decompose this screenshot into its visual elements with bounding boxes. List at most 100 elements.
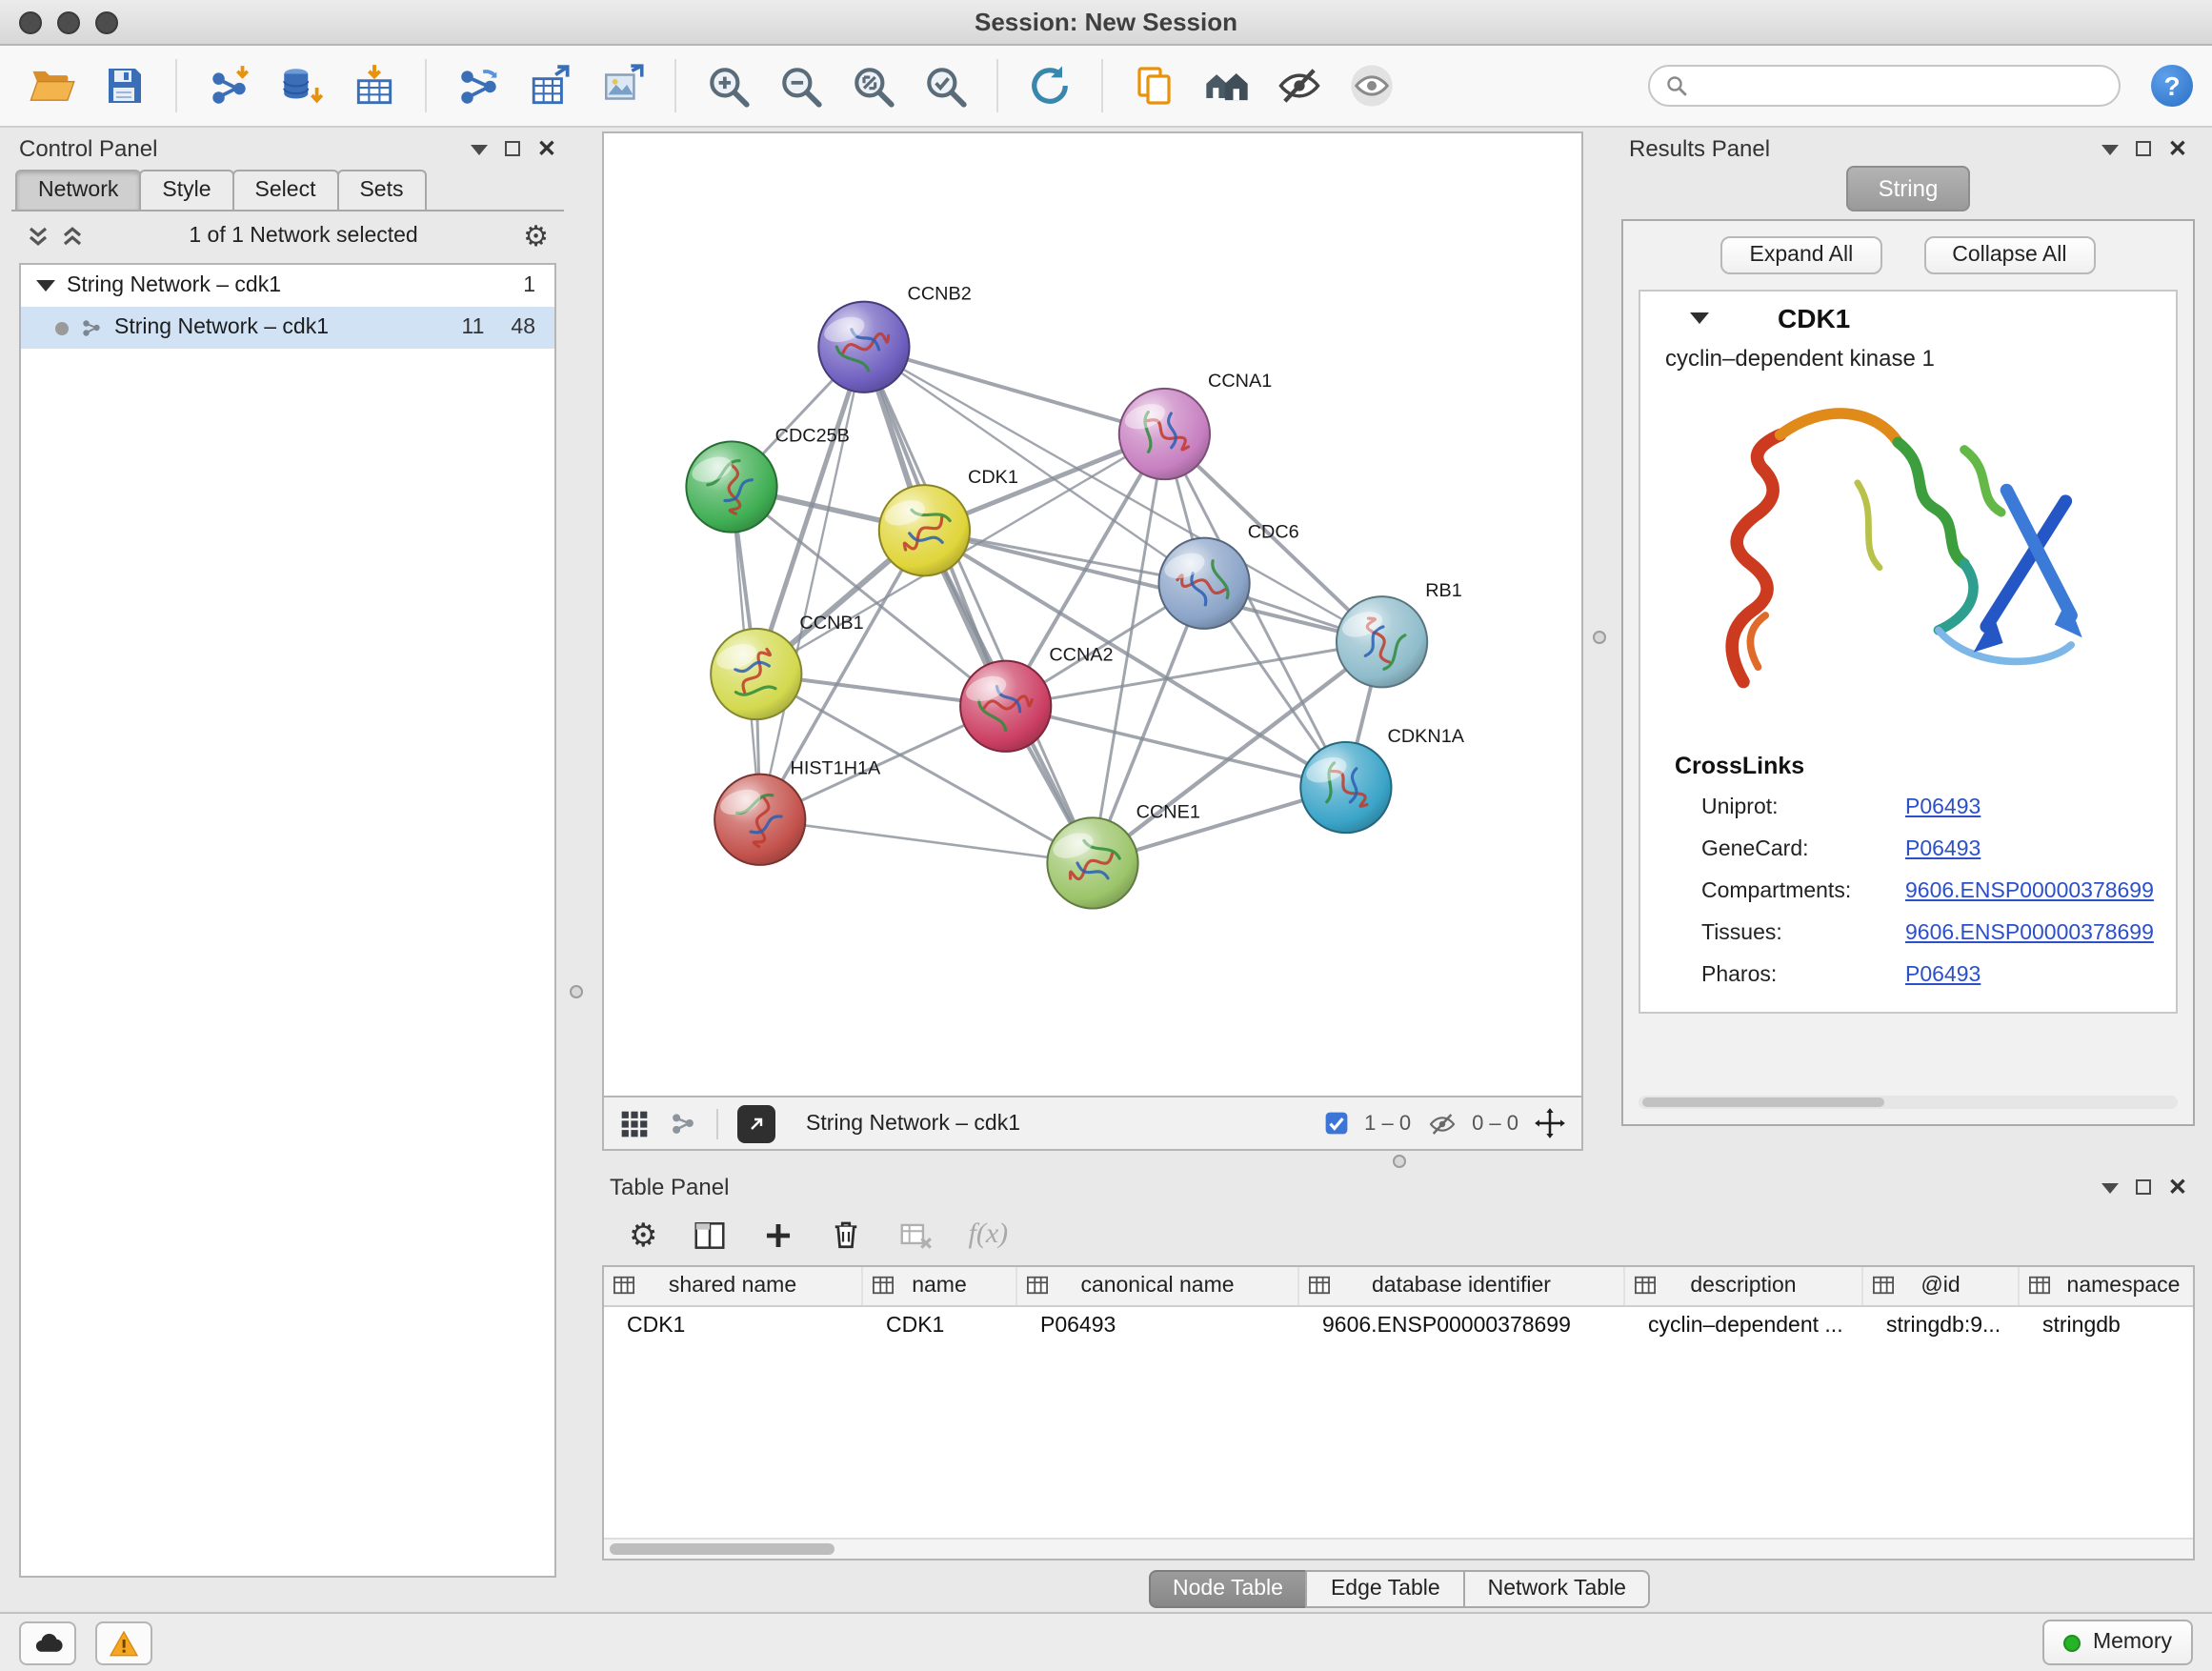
network-edge-CCNB2-CCNE1[interactable] — [864, 347, 1093, 863]
network-node-HIST1H1A[interactable] — [714, 775, 805, 865]
grid-view-icon[interactable] — [619, 1108, 650, 1138]
annotation-mode-button[interactable] — [737, 1104, 775, 1142]
network-edge-HIST1H1A-CCNE1[interactable] — [760, 819, 1093, 863]
collapse-all-button[interactable]: Collapse All — [1923, 236, 2095, 274]
show-all-button[interactable] — [1339, 55, 1404, 116]
tab-string[interactable]: String — [1846, 166, 1971, 211]
float-panel-icon[interactable] — [505, 141, 520, 156]
network-collection-row[interactable]: String Network – cdk1 1 — [21, 265, 554, 307]
expand-all-button[interactable]: Expand All — [1721, 236, 1882, 274]
network-edge-CCNA2-CDKN1A[interactable] — [1006, 706, 1346, 787]
collapse-all-icon[interactable] — [27, 225, 50, 248]
zoom-fit-button[interactable] — [840, 55, 905, 116]
network-node-CCNB1[interactable] — [711, 629, 801, 719]
network-node-CCNE1[interactable] — [1047, 817, 1137, 908]
network-node-CDK1[interactable] — [879, 485, 970, 575]
disclosure-triangle-icon[interactable] — [36, 280, 55, 292]
cloud-status-button[interactable] — [19, 1621, 76, 1664]
search-field[interactable] — [1648, 65, 2121, 107]
float-panel-icon[interactable] — [2136, 141, 2151, 156]
panel-menu-icon[interactable] — [471, 142, 488, 155]
network-node-CDC6[interactable] — [1158, 538, 1249, 629]
tab-network[interactable]: Network — [15, 170, 141, 210]
crosslink-link-uniprot[interactable]: P06493 — [1905, 796, 1981, 819]
save-session-button[interactable] — [91, 55, 156, 116]
network-edge-CCNB2-CCNA1[interactable] — [864, 347, 1165, 433]
table-cell-canonical-name[interactable]: P06493 — [1017, 1307, 1299, 1345]
network-node-CDKN1A[interactable] — [1300, 742, 1391, 833]
panel-menu-icon[interactable] — [2101, 142, 2119, 155]
export-image-button[interactable] — [591, 55, 655, 116]
delete-trash-icon[interactable] — [830, 1218, 864, 1252]
right-splitter-handle[interactable] — [1593, 631, 1606, 644]
minimize-window-button[interactable] — [57, 10, 80, 33]
table-row[interactable]: CDK1CDK1P064939606.ENSP00000378699cyclin… — [604, 1307, 2193, 1345]
tab-edge-table[interactable]: Edge Table — [1306, 1570, 1465, 1608]
search-input[interactable] — [1698, 72, 2103, 99]
left-splitter-handle[interactable] — [570, 985, 583, 998]
column-header-namespace[interactable]: namespace — [2020, 1267, 2195, 1305]
add-column-plus-icon[interactable] — [763, 1218, 795, 1251]
disclosure-triangle-icon[interactable] — [1690, 312, 1709, 324]
network-share-icon[interactable] — [669, 1109, 697, 1137]
table-cell-name[interactable]: CDK1 — [863, 1307, 1017, 1345]
open-session-button[interactable] — [19, 55, 84, 116]
import-network-database-button[interactable] — [269, 55, 333, 116]
horizontal-splitter[interactable] — [602, 1151, 2195, 1170]
table-cell-shared-name[interactable]: CDK1 — [604, 1307, 863, 1345]
hidden-eye-slash-icon[interactable] — [1426, 1108, 1457, 1138]
protein-card-header[interactable]: CDK1 — [1640, 292, 2176, 345]
table-cell-database-identifier[interactable]: 9606.ENSP00000378699 — [1299, 1307, 1625, 1345]
hide-selected-button[interactable] — [1267, 55, 1332, 116]
birds-eye-move-icon[interactable] — [1534, 1107, 1566, 1139]
column-header-id[interactable]: @id — [1863, 1267, 2020, 1305]
network-node-CCNB2[interactable] — [818, 302, 909, 393]
table-horizontal-scrollbar[interactable] — [604, 1538, 2193, 1559]
tab-sets[interactable]: Sets — [336, 170, 426, 210]
network-node-CCNA1[interactable] — [1119, 389, 1210, 479]
close-panel-icon[interactable]: ✕ — [2168, 1176, 2187, 1198]
expand-all-icon[interactable] — [61, 225, 84, 248]
float-panel-icon[interactable] — [2136, 1179, 2151, 1195]
panel-menu-icon[interactable] — [2101, 1180, 2119, 1194]
table-cell-id[interactable]: stringdb:9... — [1863, 1307, 2020, 1345]
crosslink-link-tissues[interactable]: 9606.ENSP00000378699 — [1905, 922, 2154, 945]
tab-style[interactable]: Style — [139, 170, 233, 210]
close-panel-icon[interactable]: ✕ — [537, 137, 556, 160]
crosslink-link-pharos[interactable]: P06493 — [1905, 964, 1981, 987]
close-window-button[interactable] — [19, 10, 42, 33]
column-header-shared-name[interactable]: shared name — [604, 1267, 863, 1305]
network-node-CDC25B[interactable] — [686, 441, 776, 532]
close-panel-icon[interactable]: ✕ — [2168, 137, 2187, 160]
first-neighbors-button[interactable] — [1195, 55, 1259, 116]
crosslink-link-compartments[interactable]: 9606.ENSP00000378699 — [1905, 880, 2154, 903]
zoom-window-button[interactable] — [95, 10, 118, 33]
zoom-selected-button[interactable] — [913, 55, 977, 116]
help-button[interactable]: ? — [2151, 65, 2193, 107]
gear-icon[interactable]: ⚙ — [629, 1218, 658, 1251]
import-network-file-button[interactable] — [196, 55, 261, 116]
show-columns-icon[interactable] — [693, 1217, 729, 1253]
column-header-database-identifier[interactable]: database identifier — [1299, 1267, 1625, 1305]
column-header-canonical-name[interactable]: canonical name — [1017, 1267, 1299, 1305]
new-table-button[interactable] — [518, 55, 583, 116]
column-header-name[interactable]: name — [863, 1267, 1017, 1305]
tab-node-table[interactable]: Node Table — [1148, 1570, 1308, 1608]
gear-icon[interactable]: ⚙ — [523, 222, 549, 251]
warnings-button[interactable] — [95, 1621, 152, 1664]
zoom-in-button[interactable] — [695, 55, 760, 116]
zoom-out-button[interactable] — [768, 55, 833, 116]
selected-checkbox-icon[interactable] — [1324, 1111, 1349, 1136]
crosslink-link-genecard[interactable]: P06493 — [1905, 838, 1981, 861]
table-cell-description[interactable]: cyclin–dependent ... — [1625, 1307, 1863, 1345]
network-edge-CCNB2-HIST1H1A[interactable] — [760, 347, 864, 819]
apply-layout-button[interactable] — [1017, 55, 1082, 116]
network-node-CCNA2[interactable] — [960, 661, 1051, 752]
copy-style-button[interactable] — [1122, 55, 1187, 116]
network-canvas[interactable]: CCNB2CCNA1CDC25BCDK1CDC6RB1CCNB1CCNA2CDK… — [602, 131, 1583, 1097]
tab-select[interactable]: Select — [232, 170, 339, 210]
results-horizontal-scrollbar[interactable] — [1639, 1096, 2178, 1109]
table-cell-namespace[interactable]: stringdb — [2020, 1307, 2195, 1345]
import-table-button[interactable] — [341, 55, 406, 116]
column-header-description[interactable]: description — [1625, 1267, 1863, 1305]
